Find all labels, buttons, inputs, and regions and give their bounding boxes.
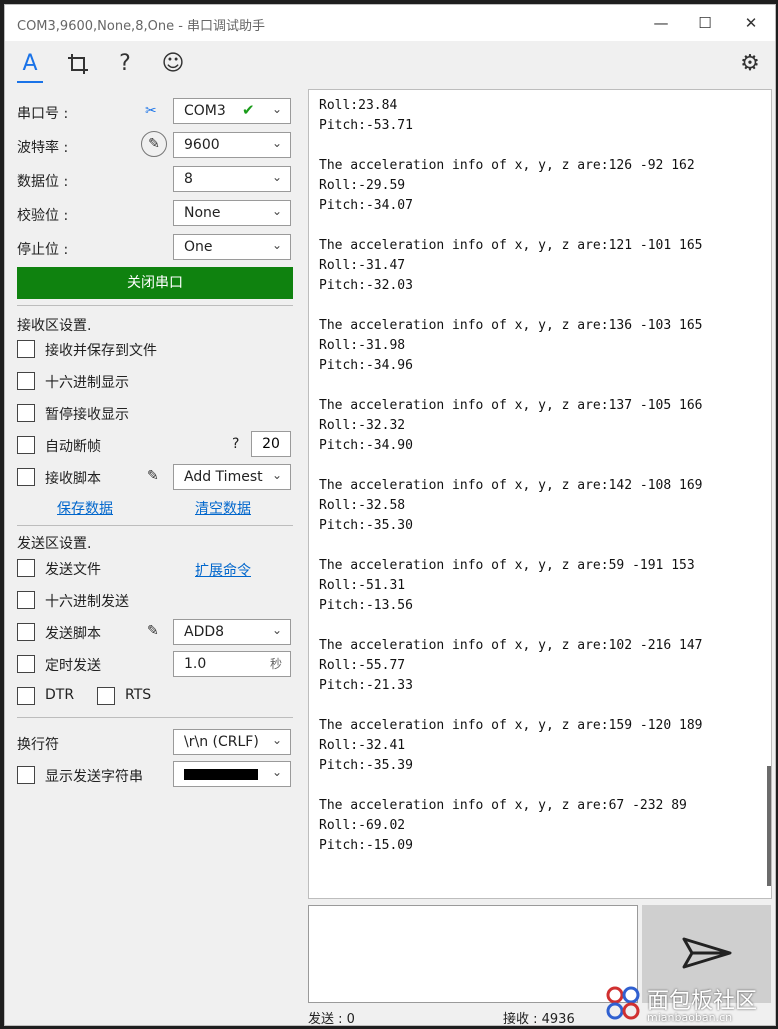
show-send-label: 显示发送字符串	[45, 769, 143, 785]
recv-script-checkbox[interactable]	[17, 468, 35, 486]
baud-select[interactable]: 9600 ⌄	[173, 132, 291, 158]
send-script-checkbox[interactable]	[17, 623, 35, 641]
pen-icon[interactable]: ✎	[147, 468, 159, 484]
settings-panel: 串口号 : ✂ COM3 ✔ ⌄ 波特率 : ✎ 9600 ⌄ 数据位 : 8 …	[5, 89, 305, 1025]
recv-save-checkbox[interactable]	[17, 340, 35, 358]
chevron-down-icon: ⌄	[271, 238, 282, 252]
ext-cmd-link[interactable]: 扩展命令	[195, 560, 251, 580]
timer-send-label: 定时发送	[45, 658, 101, 674]
parity-value: None	[184, 205, 221, 221]
parity-select[interactable]: None ⌄	[173, 200, 291, 226]
watermark: 面包板社区 mianbaoban.cn	[603, 981, 773, 1025]
scrollbar[interactable]	[767, 766, 771, 886]
font-icon[interactable]: A	[15, 49, 45, 79]
divider	[17, 305, 293, 306]
send-input[interactable]	[308, 905, 638, 1003]
stopbits-label: 停止位 :	[17, 242, 69, 258]
recv-script-value: Add Timest	[184, 469, 263, 485]
pause-recv-label: 暂停接收显示	[45, 407, 129, 423]
window-title: COM3,9600,None,8,One - 串口调试助手	[17, 19, 266, 34]
stopbits-value: One	[184, 239, 213, 255]
chevron-down-icon: ⌄	[271, 623, 282, 637]
color-select[interactable]: ⌄	[173, 761, 291, 787]
recv-section-title: 接收区设置.	[17, 318, 92, 334]
timer-input[interactable]: 1.0 秒	[173, 651, 291, 677]
newline-label: 换行符	[17, 737, 59, 753]
timer-value: 1.0	[184, 656, 207, 672]
smiley-icon[interactable]: ☺	[158, 49, 188, 79]
help-mark[interactable]: ?	[232, 436, 239, 452]
timer-unit: 秒	[269, 657, 282, 671]
watermark-logo-icon	[606, 986, 640, 1020]
close-port-button[interactable]: 关闭串口	[17, 267, 293, 299]
help-icon[interactable]: ?	[110, 49, 140, 79]
stopbits-select[interactable]: One ⌄	[173, 234, 291, 260]
databits-value: 8	[184, 171, 193, 187]
chevron-down-icon: ⌄	[271, 468, 282, 482]
chevron-down-icon: ⌄	[271, 733, 282, 747]
divider	[17, 717, 293, 718]
watermark-subtext: mianbaoban.cn	[647, 1011, 733, 1024]
send-script-value: ADD8	[184, 624, 225, 640]
pause-recv-checkbox[interactable]	[17, 404, 35, 422]
baud-value: 9600	[184, 137, 220, 153]
hex-display-label: 十六进制显示	[45, 375, 129, 391]
databits-select[interactable]: 8 ⌄	[173, 166, 291, 192]
send-script-label: 发送脚本	[45, 626, 101, 642]
chevron-down-icon: ⌄	[271, 170, 282, 184]
dtr-checkbox[interactable]	[17, 687, 35, 705]
sent-count: 发送 : 0	[308, 1012, 355, 1026]
auto-frame-checkbox[interactable]	[17, 436, 35, 454]
receive-area[interactable]: Roll:23.84 Pitch:-53.71 The acceleration…	[308, 89, 772, 899]
app-window: COM3,9600,None,8,One - 串口调试助手 — ☐ ✕ A ? …	[4, 4, 776, 1026]
send-script-select[interactable]: ADD8 ⌄	[173, 619, 291, 645]
gear-icon[interactable]: ⚙	[735, 49, 765, 79]
send-section-title: 发送区设置.	[17, 536, 92, 552]
port-label: 串口号 :	[17, 106, 69, 122]
crop-icon[interactable]	[63, 49, 93, 79]
newline-value: \r\n (CRLF)	[184, 734, 259, 750]
chevron-down-icon: ⌄	[271, 136, 282, 150]
check-icon: ✔	[242, 101, 255, 119]
send-file-label: 发送文件	[45, 562, 101, 578]
parity-label: 校验位 :	[17, 208, 69, 224]
receive-text: Roll:23.84 Pitch:-53.71 The acceleration…	[319, 98, 703, 853]
port-select[interactable]: COM3 ✔ ⌄	[173, 98, 291, 124]
hex-send-label: 十六进制发送	[45, 594, 129, 610]
dtr-label: DTR	[45, 687, 75, 703]
close-icon[interactable]: ✕	[741, 13, 761, 33]
port-link-icon[interactable]: ✂	[145, 103, 157, 119]
databits-label: 数据位 :	[17, 174, 69, 190]
clear-data-link[interactable]: 清空数据	[195, 498, 251, 518]
rts-label: RTS	[125, 687, 152, 703]
maximize-icon[interactable]: ☐	[695, 13, 715, 33]
received-count: 接收 : 4936	[503, 1012, 575, 1026]
recv-script-select[interactable]: Add Timest ⌄	[173, 464, 291, 490]
color-swatch	[184, 769, 258, 780]
pen-icon[interactable]: ✎	[147, 623, 159, 639]
chevron-down-icon: ⌄	[271, 765, 282, 779]
newline-select[interactable]: \r\n (CRLF) ⌄	[173, 729, 291, 755]
auto-frame-label: 自动断帧	[45, 439, 101, 455]
auto-frame-input[interactable]: 20	[251, 431, 291, 457]
baud-label: 波特率 :	[17, 140, 69, 156]
timer-send-checkbox[interactable]	[17, 655, 35, 673]
recv-save-label: 接收并保存到文件	[45, 343, 157, 359]
rts-checkbox[interactable]	[97, 687, 115, 705]
save-data-link[interactable]: 保存数据	[57, 498, 113, 518]
edit-icon[interactable]: ✎	[141, 131, 167, 157]
minimize-icon[interactable]: —	[651, 13, 671, 33]
title-bar: COM3,9600,None,8,One - 串口调试助手 — ☐ ✕	[5, 5, 775, 41]
recv-script-label: 接收脚本	[45, 471, 101, 487]
active-tab-indicator	[17, 81, 43, 83]
hex-send-checkbox[interactable]	[17, 591, 35, 609]
hex-display-checkbox[interactable]	[17, 372, 35, 390]
send-file-checkbox[interactable]	[17, 559, 35, 577]
port-value: COM3	[184, 103, 226, 119]
chevron-down-icon: ⌄	[271, 204, 282, 218]
divider	[17, 525, 293, 526]
chevron-down-icon: ⌄	[271, 102, 282, 116]
toolbar: A ? ☺ ⚙	[5, 41, 775, 89]
show-send-checkbox[interactable]	[17, 766, 35, 784]
